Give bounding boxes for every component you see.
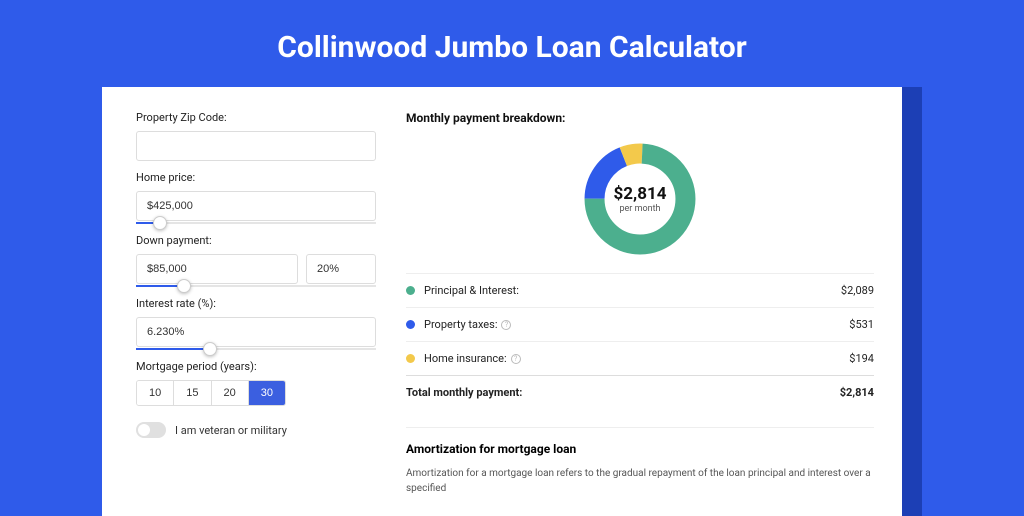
page-title: Collinwood Jumbo Loan Calculator (0, 0, 1024, 87)
down-payment-label: Down payment: (136, 234, 376, 247)
home-price-slider[interactable] (136, 222, 376, 224)
period-field: Mortgage period (years): 10152030 (136, 360, 376, 406)
donut-center: $2,814 per month (580, 139, 700, 259)
down-payment-field: Down payment: (136, 234, 376, 287)
breakdown-title: Monthly payment breakdown: (406, 111, 874, 125)
total-value: $2,814 (840, 386, 874, 399)
row-label: Property taxes:? (424, 318, 849, 331)
row-label: Home insurance:? (424, 352, 849, 365)
donut-chart-wrap: $2,814 per month (406, 139, 874, 259)
zip-field: Property Zip Code: (136, 111, 376, 161)
veteran-toggle[interactable] (136, 422, 166, 438)
amortization-title: Amortization for mortgage loan (406, 427, 874, 456)
down-payment-slider[interactable] (136, 285, 376, 287)
veteran-row: I am veteran or military (136, 422, 376, 438)
donut-chart: $2,814 per month (580, 139, 700, 259)
slider-thumb[interactable] (177, 279, 191, 293)
row-value: $194 (849, 352, 874, 365)
home-price-field: Home price: (136, 171, 376, 224)
breakdown-row: Property taxes:?$531 (406, 307, 874, 341)
breakdown-row: Home insurance:?$194 (406, 341, 874, 375)
period-button-group: 10152030 (136, 380, 286, 406)
interest-label: Interest rate (%): (136, 297, 376, 310)
row-label: Principal & Interest: (424, 284, 841, 297)
period-button-30[interactable]: 30 (249, 381, 285, 405)
zip-label: Property Zip Code: (136, 111, 376, 124)
info-icon[interactable]: ? (501, 320, 511, 330)
breakdown-row: Principal & Interest:$2,089 (406, 273, 874, 307)
interest-slider[interactable] (136, 348, 376, 350)
home-price-label: Home price: (136, 171, 376, 184)
period-button-15[interactable]: 15 (174, 381, 211, 405)
down-payment-pct-input[interactable] (306, 254, 376, 284)
period-button-10[interactable]: 10 (137, 381, 174, 405)
calculator-card: Property Zip Code: Home price: Down paym… (102, 87, 902, 516)
zip-input[interactable] (136, 131, 376, 161)
row-value: $531 (849, 318, 874, 331)
total-row: Total monthly payment: $2,814 (406, 375, 874, 409)
total-label: Total monthly payment: (406, 386, 840, 399)
slider-thumb[interactable] (153, 216, 167, 230)
donut-amount: $2,814 (614, 184, 667, 204)
legend-dot (406, 320, 415, 329)
slider-thumb[interactable] (203, 342, 217, 356)
interest-input[interactable] (136, 317, 376, 347)
period-label: Mortgage period (years): (136, 360, 376, 373)
form-column: Property Zip Code: Home price: Down paym… (136, 111, 376, 496)
row-value: $2,089 (841, 284, 874, 297)
veteran-label: I am veteran or military (175, 424, 287, 437)
amortization-text: Amortization for a mortgage loan refers … (406, 466, 874, 496)
donut-sub: per month (619, 204, 660, 214)
period-button-20[interactable]: 20 (212, 381, 249, 405)
legend-dot (406, 354, 415, 363)
legend-dot (406, 286, 415, 295)
home-price-input[interactable] (136, 191, 376, 221)
breakdown-column: Monthly payment breakdown: $2,814 per mo… (406, 111, 874, 496)
down-payment-input[interactable] (136, 254, 298, 284)
interest-field: Interest rate (%): (136, 297, 376, 350)
card-shadow: Property Zip Code: Home price: Down paym… (102, 87, 922, 516)
info-icon[interactable]: ? (511, 354, 521, 364)
